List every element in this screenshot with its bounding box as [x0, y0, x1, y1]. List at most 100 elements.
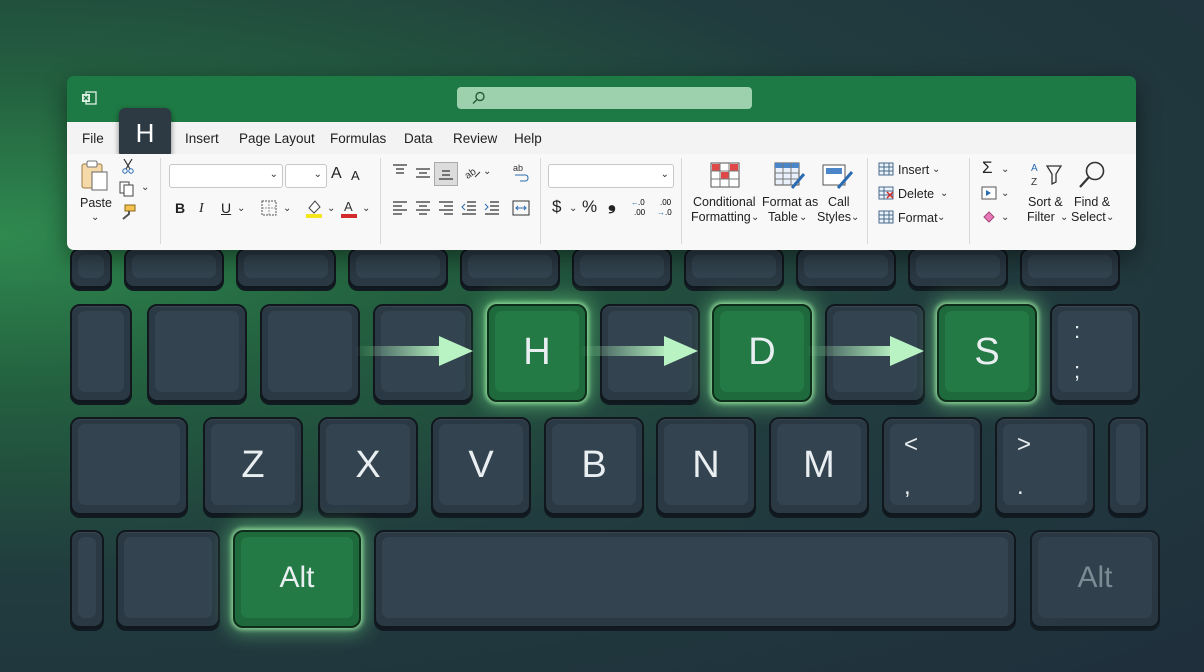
insert-cells-button[interactable]: Insert: [898, 163, 929, 178]
conditional-formatting-icon[interactable]: [710, 162, 740, 188]
chevron-down-icon[interactable]: ⌄: [1060, 212, 1068, 223]
chevron-down-icon[interactable]: ⌄: [940, 188, 948, 199]
key-top-5[interactable]: [572, 248, 672, 288]
key-b[interactable]: B: [544, 417, 644, 515]
key-period[interactable]: > .: [995, 417, 1095, 515]
grow-font-button[interactable]: A: [331, 166, 342, 182]
chevron-down-icon[interactable]: ⌄: [751, 212, 759, 223]
fill-color-icon[interactable]: [305, 198, 323, 218]
paste-icon[interactable]: [80, 160, 110, 192]
format-cells-icon[interactable]: [878, 210, 894, 224]
cell-styles-icon[interactable]: [822, 162, 854, 190]
search-input[interactable]: [457, 87, 752, 109]
key-m[interactable]: M: [769, 417, 869, 515]
chevron-down-icon[interactable]: ⌄: [483, 166, 491, 177]
find-select-icon[interactable]: [1077, 160, 1107, 190]
key-s-home[interactable]: [260, 304, 360, 402]
font-color-icon[interactable]: A: [340, 198, 358, 218]
align-left-icon[interactable]: [392, 201, 408, 215]
chevron-down-icon[interactable]: ⌄: [932, 164, 940, 175]
sort-filter-label-1[interactable]: Sort &: [1028, 195, 1063, 210]
sort-filter-label-2[interactable]: Filter: [1027, 210, 1055, 225]
find-select-label-2[interactable]: Select: [1071, 210, 1106, 225]
key-top-7[interactable]: [796, 248, 896, 288]
chevron-down-icon[interactable]: ⌄: [283, 203, 291, 214]
chevron-down-icon[interactable]: ⌄: [1001, 164, 1009, 175]
chevron-down-icon[interactable]: ⌄: [937, 212, 945, 223]
chevron-down-icon[interactable]: ⌄: [141, 182, 149, 193]
number-format-select[interactable]: ⌄: [548, 164, 674, 188]
format-as-table-icon[interactable]: [774, 162, 806, 190]
key-shift[interactable]: [70, 417, 188, 515]
key-caps[interactable]: [70, 304, 132, 402]
key-x[interactable]: X: [318, 417, 418, 515]
tab-insert[interactable]: Insert: [185, 131, 219, 146]
align-bottom-button[interactable]: [434, 162, 458, 186]
key-space[interactable]: [374, 530, 1016, 628]
keytip-home-h[interactable]: H: [119, 108, 171, 158]
conditional-formatting-label-2[interactable]: Formatting: [691, 210, 751, 225]
orientation-icon[interactable]: ab: [463, 163, 481, 181]
key-top-4[interactable]: [460, 248, 560, 288]
key-z[interactable]: Z: [203, 417, 303, 515]
find-select-label-1[interactable]: Find &: [1074, 195, 1110, 210]
tab-help[interactable]: Help: [514, 131, 542, 146]
key-top-2[interactable]: [236, 248, 336, 288]
merge-center-icon[interactable]: [512, 200, 530, 216]
tab-page-layout[interactable]: Page Layout: [239, 131, 315, 146]
chevron-down-icon[interactable]: ⌄: [237, 203, 245, 214]
key-a[interactable]: [147, 304, 247, 402]
underline-button[interactable]: U: [221, 201, 231, 216]
tab-file[interactable]: File: [82, 131, 104, 146]
tab-review[interactable]: Review: [453, 131, 497, 146]
chevron-down-icon[interactable]: ⌄: [362, 203, 370, 214]
paste-label[interactable]: Paste: [80, 196, 112, 211]
format-as-table-label-2[interactable]: Table: [768, 210, 798, 225]
increase-indent-icon[interactable]: [484, 201, 500, 215]
tab-data[interactable]: Data: [404, 131, 433, 146]
align-middle-icon[interactable]: [415, 166, 431, 180]
chevron-down-icon[interactable]: ⌄: [851, 212, 859, 223]
key-n[interactable]: N: [656, 417, 756, 515]
font-size-select[interactable]: ⌄: [285, 164, 327, 188]
key-top-3[interactable]: [348, 248, 448, 288]
percent-button[interactable]: %: [582, 198, 597, 215]
key-comma[interactable]: < ,: [882, 417, 982, 515]
key-top-0[interactable]: [70, 248, 112, 288]
chevron-down-icon[interactable]: ⌄: [327, 203, 335, 214]
key-v[interactable]: V: [431, 417, 531, 515]
tab-formulas[interactable]: Formulas: [330, 131, 386, 146]
key-win[interactable]: [116, 530, 220, 628]
key-top-9[interactable]: [1020, 248, 1120, 288]
borders-icon[interactable]: [261, 200, 277, 216]
key-top-1[interactable]: [124, 248, 224, 288]
delete-cells-icon[interactable]: [878, 186, 894, 200]
chevron-down-icon[interactable]: ⌄: [1001, 212, 1009, 223]
format-cells-button[interactable]: Format: [898, 211, 938, 226]
sort-filter-icon[interactable]: A Z: [1030, 160, 1062, 188]
autosum-button[interactable]: Σ: [982, 159, 993, 176]
align-right-icon[interactable]: [438, 201, 454, 215]
conditional-formatting-label-1[interactable]: Conditional: [693, 195, 756, 210]
key-top-6[interactable]: [684, 248, 784, 288]
key-semicolon[interactable]: : ;: [1050, 304, 1140, 402]
key-alt-right[interactable]: Alt: [1030, 530, 1160, 628]
italic-button[interactable]: I: [199, 201, 204, 216]
font-family-select[interactable]: ⌄: [169, 164, 283, 188]
excel-icon[interactable]: [81, 90, 97, 106]
increase-decimal-button[interactable]: ← .0 .00: [631, 198, 651, 220]
key-top-8[interactable]: [908, 248, 1008, 288]
copy-icon[interactable]: [119, 181, 135, 197]
format-as-table-label-1[interactable]: Format as: [762, 195, 818, 210]
decrease-decimal-button[interactable]: .00 → .0: [657, 198, 677, 220]
comma-style-button[interactable]: ❟: [608, 193, 616, 213]
clear-icon[interactable]: [981, 209, 997, 223]
decrease-indent-icon[interactable]: [461, 201, 477, 215]
chevron-down-icon[interactable]: ⌄: [799, 212, 807, 223]
insert-cells-icon[interactable]: [878, 162, 894, 176]
chevron-down-icon[interactable]: ⌄: [1001, 188, 1009, 199]
cell-styles-label-1[interactable]: Call: [828, 195, 850, 210]
align-top-icon[interactable]: [392, 164, 408, 178]
bold-button[interactable]: B: [175, 201, 185, 216]
currency-button[interactable]: $: [552, 198, 561, 215]
